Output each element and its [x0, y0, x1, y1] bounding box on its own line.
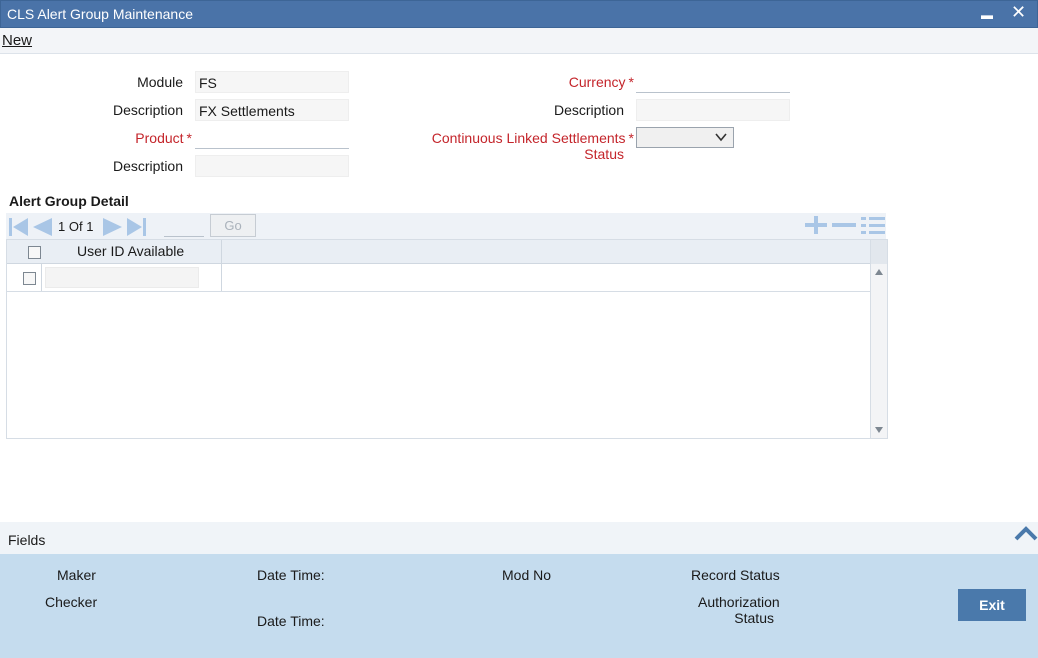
cls-status-label-line2: Status [584, 146, 624, 162]
product-label: Product * [135, 130, 192, 146]
dropdown-chevron-icon [715, 133, 727, 142]
select-all-checkbox[interactable] [28, 246, 41, 259]
scroll-up-icon[interactable] [874, 268, 884, 276]
currency-input[interactable] [636, 71, 790, 93]
checker-label: Checker [45, 594, 98, 610]
authorization-status-line2: Status [734, 610, 774, 626]
product-description-field [195, 155, 349, 177]
maker-datetime-label: Date Time: [257, 567, 325, 583]
required-marker: * [628, 74, 634, 90]
scrollbar-header-cap [871, 240, 887, 264]
user-id-input[interactable] [45, 267, 199, 288]
required-marker: * [628, 130, 634, 146]
cls-status-label: Continuous Linked Settlements * Status [432, 130, 634, 162]
fields-bar: Fields [0, 522, 1038, 554]
alert-group-grid: User ID Available [6, 239, 888, 439]
delete-row-icon[interactable] [831, 215, 857, 235]
grid-vertical-scrollbar[interactable] [870, 240, 887, 438]
cls-status-label-line1: Continuous Linked Settlements [431, 130, 626, 146]
authorization-status-line1: Authorization [698, 594, 780, 610]
product-description-label: Description [112, 158, 183, 174]
collapse-chevron-icon[interactable] [1014, 526, 1038, 542]
required-marker: * [186, 130, 192, 146]
checker-datetime-label: Date Time: [257, 613, 325, 629]
grid-header: User ID Available [7, 240, 871, 264]
product-label-text: Product [135, 130, 184, 146]
row-checkbox[interactable] [23, 272, 36, 285]
menu-bar: New [0, 28, 1038, 54]
go-button[interactable]: Go [210, 214, 256, 237]
page-of-label: Of [68, 219, 83, 234]
page-total: 1 [86, 219, 94, 234]
module-label: Module [137, 74, 183, 90]
first-page-icon[interactable] [7, 217, 29, 237]
maker-label: Maker [57, 567, 96, 583]
currency-label-text: Currency [568, 74, 626, 90]
column-header-user-id: User ID Available [77, 243, 185, 259]
close-button[interactable]: ✕ [1011, 2, 1026, 22]
authorization-status-label: Authorization Status [698, 594, 780, 626]
prev-page-icon[interactable] [31, 217, 53, 237]
add-row-icon[interactable] [803, 215, 829, 235]
module-description-label: Description [112, 102, 183, 118]
window-title: CLS Alert Group Maintenance [7, 6, 193, 22]
alert-group-detail-title: Alert Group Detail [9, 193, 129, 209]
fields-label[interactable]: Fields [8, 532, 45, 548]
currency-description-field [636, 99, 790, 121]
table-row [7, 264, 871, 292]
scroll-down-icon[interactable] [874, 426, 884, 434]
currency-description-label: Description [553, 102, 624, 118]
record-status-label: Record Status [691, 567, 780, 583]
exit-button[interactable]: Exit [958, 589, 1026, 621]
page-current: 1 [58, 219, 66, 234]
new-link[interactable]: New [2, 32, 32, 49]
next-page-icon[interactable] [102, 217, 124, 237]
last-page-icon[interactable] [126, 217, 148, 237]
minimize-button[interactable]: ▬ [981, 5, 993, 25]
single-view-icon[interactable] [860, 215, 886, 237]
module-description-field: FX Settlements [195, 99, 349, 121]
page-number-input[interactable] [164, 216, 204, 237]
window-title-bar: CLS Alert Group Maintenance ▬ ✕ [0, 0, 1038, 28]
mod-no-label: Mod No [502, 567, 552, 583]
cls-status-select[interactable] [636, 127, 734, 148]
module-field: FS [195, 71, 349, 93]
product-input[interactable] [195, 127, 349, 149]
currency-label: Currency * [569, 74, 634, 90]
page-info: 1 Of 1 [58, 219, 93, 234]
